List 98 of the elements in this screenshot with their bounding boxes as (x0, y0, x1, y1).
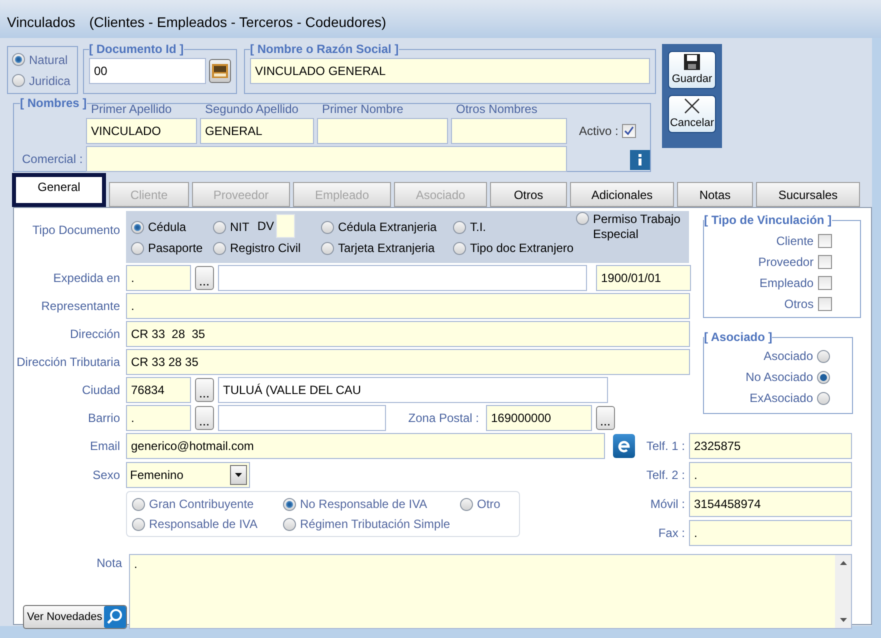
tab[interactable]: Otros (490, 182, 567, 207)
field-label: Otros Nombres (455, 101, 538, 118)
dropdown[interactable]: Femenino (126, 462, 250, 488)
window-subtitle: (Clientes - Empleados - Terceros - Codeudores) (89, 13, 386, 32)
radio-option[interactable]: Otro (460, 496, 500, 512)
field-label: Zona Postal : (407, 410, 480, 427)
input-field[interactable]: CR 33 28 35 (126, 321, 690, 347)
input-field[interactable]: . (126, 265, 191, 291)
field-label: DV (257, 218, 274, 235)
field-label: Expedida en (52, 270, 121, 287)
input-field[interactable]: VINCULADO (86, 118, 197, 144)
group-legend: [ Documento Id ] (89, 40, 184, 58)
input-field[interactable]: . (689, 462, 852, 488)
field-label: Primer Nombre (321, 101, 404, 118)
input-field[interactable]: . (126, 405, 191, 431)
window-title: Vinculados (7, 13, 76, 32)
input-field[interactable]: 169000000 (486, 405, 592, 431)
tab[interactable]: Adicionales (570, 182, 674, 207)
barcode-button[interactable] (209, 59, 231, 83)
checkbox[interactable] (818, 276, 832, 290)
radio-option[interactable]: Asociado (764, 347, 830, 365)
checkbox-label: Otros (784, 296, 814, 313)
radio-option[interactable]: NIT (213, 218, 250, 236)
input-field[interactable]: CR 33 28 35 (126, 349, 690, 375)
input-field[interactable]: GENERAL (200, 118, 314, 144)
group-legend: [ Nombre o Razón Social ] (250, 40, 399, 58)
group-legend: [ Asociado ] (704, 328, 772, 346)
radio-option[interactable]: Pasaporte (131, 239, 203, 257)
field-label: Barrio (86, 410, 121, 427)
group-legend: [ Tipo de Vinculación ] (704, 211, 832, 229)
input-field[interactable]: TULUÁ (VALLE DEL CAU (218, 377, 608, 403)
field-label: Telf. 2 : (645, 467, 685, 484)
group-legend: [ Nombres ] (20, 94, 87, 112)
radio-option[interactable]: Tarjeta Extranjeria (321, 239, 435, 257)
tab[interactable]: Sucursales (756, 182, 860, 207)
input-field[interactable]: 00 (89, 58, 206, 84)
info-icon (637, 154, 643, 166)
checkbox[interactable] (622, 124, 636, 138)
input-field[interactable]: VINCULADO GENERAL (250, 58, 650, 84)
input-field[interactable] (86, 146, 567, 172)
radio-option[interactable]: Permiso Trabajo Especial (576, 212, 682, 242)
input-field[interactable]: 1900/01/01 (596, 265, 691, 291)
input-field[interactable]: 2325875 (689, 433, 852, 459)
radio-option[interactable]: ExAsociado (750, 389, 830, 407)
field-label: Nota (96, 555, 123, 572)
field-label: Dirección (68, 326, 121, 343)
field-label: Fax : (657, 525, 685, 542)
input-field[interactable]: 3154458974 (689, 491, 852, 517)
barcode-icon (212, 64, 228, 78)
input-field[interactable] (218, 405, 386, 431)
field-label: Dirección Tributaria (16, 354, 121, 371)
radio-option[interactable]: Responsable de IVA (132, 516, 283, 532)
input-field[interactable] (317, 118, 448, 144)
radio-option[interactable]: No Asociado (746, 368, 830, 386)
input-field[interactable]: generico@hotmail.com (126, 433, 605, 459)
field-label: Primer Apellido (90, 101, 173, 118)
radio-option[interactable]: Cédula Extranjeria (321, 218, 437, 236)
browse-button[interactable] (195, 378, 214, 402)
browse-button[interactable] (195, 266, 214, 290)
field-label: Email (88, 438, 121, 455)
checkbox[interactable] (818, 234, 832, 248)
radio-option[interactable]: No Responsable de IVA (283, 496, 460, 512)
field-label: Telf. 1 : (645, 438, 685, 455)
input-field[interactable]: . (126, 293, 690, 319)
radio-option[interactable]: Registro Civil (213, 239, 301, 257)
action-button[interactable]: Guardar (668, 51, 716, 89)
field-label: Segundo Apellido (204, 101, 300, 118)
radio-option[interactable]: Tipo doc Extranjero (453, 239, 574, 257)
field-label: Comercial : (21, 151, 84, 168)
input-field[interactable] (451, 118, 567, 144)
field-label: Ciudad (80, 382, 121, 399)
field-label: Sexo (92, 467, 121, 484)
view-news-button[interactable]: Ver Novedades (23, 605, 127, 629)
tab[interactable]: General (12, 173, 106, 207)
checkbox-label: Empleado (760, 275, 814, 292)
action-button[interactable]: Cancelar (668, 95, 716, 133)
input-field[interactable]: . (689, 520, 852, 546)
email-app-icon[interactable] (613, 434, 635, 458)
tab[interactable]: Notas (677, 182, 753, 207)
browse-button[interactable] (596, 406, 615, 430)
field-label: Tipo Documento (31, 222, 121, 239)
radio-option[interactable]: T.I. (453, 218, 486, 236)
radio-option[interactable]: Gran Contribuyente (132, 496, 283, 512)
checkbox[interactable] (818, 255, 832, 269)
field-label: Móvil : (649, 496, 685, 513)
checkbox-label: Activo : (579, 123, 618, 140)
checkbox[interactable] (818, 297, 832, 311)
info-button[interactable] (630, 150, 650, 170)
input-field[interactable]: 76834 (126, 377, 191, 403)
checkbox-label: Proveedor (758, 254, 814, 271)
radio-option[interactable]: Natural (12, 50, 77, 68)
field-label: Representante (40, 298, 121, 315)
radio-option[interactable]: Juridica (12, 72, 77, 90)
radio-option[interactable]: Cédula (131, 218, 186, 236)
radio-option[interactable]: Régimen Tributación Simple (283, 516, 460, 532)
browse-button[interactable] (195, 406, 214, 430)
input-field[interactable] (218, 265, 587, 291)
checkbox-label: Cliente (776, 233, 814, 250)
